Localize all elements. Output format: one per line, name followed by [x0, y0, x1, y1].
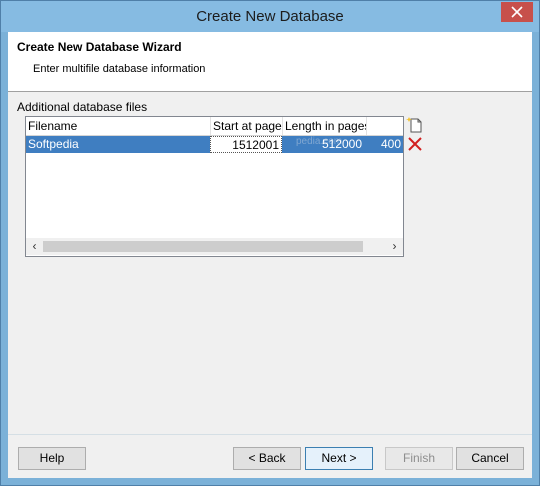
- footer-separator: [8, 434, 532, 435]
- wizard-header: Create New Database Wizard Enter multifi…: [8, 32, 532, 92]
- cell-filename[interactable]: Softpedia: [28, 136, 208, 153]
- files-group-label: Additional database files: [17, 100, 148, 114]
- new-file-icon: [406, 117, 422, 133]
- help-button[interactable]: Help: [18, 447, 86, 470]
- cell-length[interactable]: 512000: [284, 136, 364, 153]
- dialog-client: Create New Database Wizard Enter multifi…: [8, 32, 532, 478]
- close-icon: [511, 6, 523, 18]
- wizard-title: Create New Database Wizard: [17, 40, 182, 54]
- wizard-subtitle: Enter multifile database information: [33, 63, 206, 75]
- cell-extra[interactable]: 400: [367, 136, 403, 153]
- next-button[interactable]: Next >: [305, 447, 373, 470]
- close-button[interactable]: [501, 2, 533, 22]
- cell-start-page-editor[interactable]: 1512001: [210, 136, 282, 153]
- column-header-filename[interactable]: Filename: [26, 117, 211, 135]
- delete-x-icon: [408, 137, 422, 151]
- list-header: Filename Start at page Length in pages: [26, 117, 403, 136]
- column-header-start[interactable]: Start at page: [211, 117, 283, 135]
- finish-button[interactable]: Finish: [385, 447, 453, 470]
- window-title: Create New Database: [196, 8, 344, 25]
- dialog-window: Create New Database Create New Database …: [0, 0, 540, 486]
- delete-file-button[interactable]: [406, 135, 424, 153]
- title-bar[interactable]: Create New Database: [1, 1, 539, 32]
- horizontal-scrollbar[interactable]: ‹ ›: [26, 238, 403, 255]
- table-row[interactable]: Softpedia 1512001 pedia.com 512000 400: [26, 136, 403, 153]
- column-header-extra[interactable]: [367, 117, 403, 135]
- scroll-thumb[interactable]: [43, 241, 363, 252]
- database-files-list[interactable]: Filename Start at page Length in pages S…: [25, 116, 404, 257]
- back-button[interactable]: < Back: [233, 447, 301, 470]
- cancel-button[interactable]: Cancel: [456, 447, 524, 470]
- column-header-length[interactable]: Length in pages: [283, 117, 367, 135]
- scroll-left-button[interactable]: ‹: [26, 238, 43, 255]
- scroll-right-button[interactable]: ›: [386, 238, 403, 255]
- add-file-button[interactable]: [406, 116, 424, 134]
